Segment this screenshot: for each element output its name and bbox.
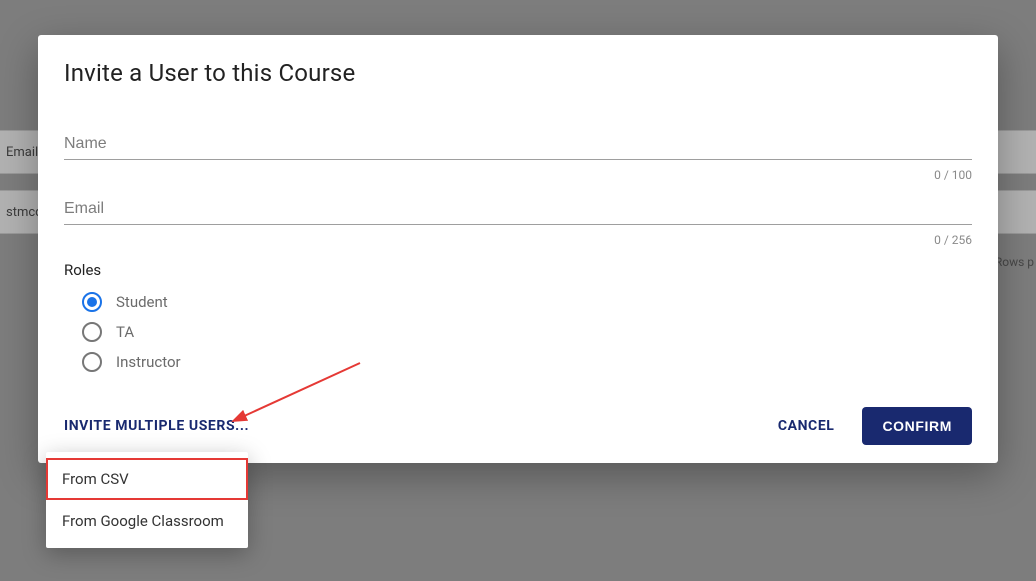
role-student[interactable]: Student (64, 287, 972, 317)
role-ta[interactable]: TA (64, 317, 972, 347)
email-counter: 0 / 256 (64, 233, 972, 247)
name-field (64, 131, 972, 160)
email-input[interactable] (64, 196, 972, 225)
email-field (64, 196, 972, 225)
role-instructor-label: Instructor (116, 353, 181, 371)
radio-icon (82, 322, 102, 342)
radio-icon (82, 292, 102, 312)
role-ta-label: TA (116, 323, 134, 341)
menu-item-from-csv[interactable]: From CSV (46, 458, 248, 500)
dialog-footer: INVITE MULTIPLE USERS... CANCEL CONFIRM (64, 407, 972, 445)
name-input[interactable] (64, 131, 972, 160)
role-student-label: Student (116, 293, 168, 311)
radio-icon (82, 352, 102, 372)
cancel-button[interactable]: CANCEL (778, 418, 835, 434)
invite-multiple-users-button[interactable]: INVITE MULTIPLE USERS... (64, 418, 249, 434)
dialog-title: Invite a User to this Course (64, 59, 972, 87)
confirm-button[interactable]: CONFIRM (862, 407, 972, 445)
invite-multiple-menu: From CSV From Google Classroom (46, 452, 248, 548)
roles-label: Roles (64, 261, 972, 279)
name-counter: 0 / 100 (64, 168, 972, 182)
invite-user-dialog: Invite a User to this Course 0 / 100 0 /… (38, 35, 998, 463)
role-instructor[interactable]: Instructor (64, 347, 972, 377)
menu-item-from-google-classroom[interactable]: From Google Classroom (46, 500, 248, 542)
